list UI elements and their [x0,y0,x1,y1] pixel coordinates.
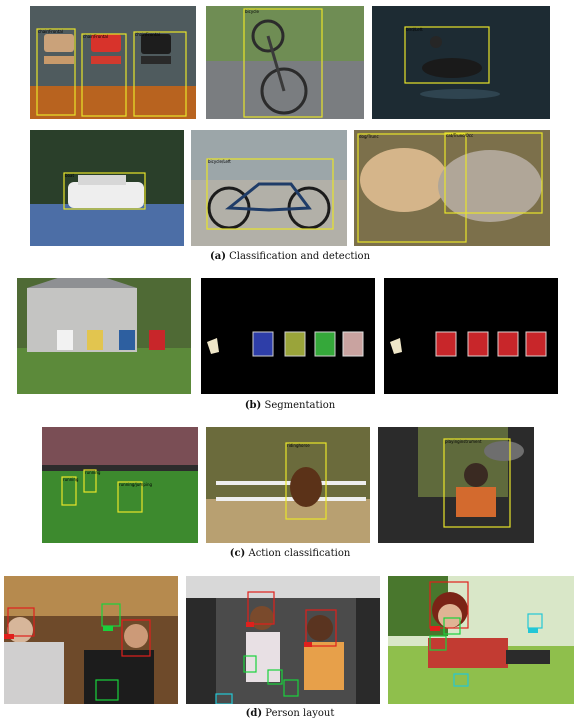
photo-soccer: running running running/jumping [42,427,198,543]
caption-c: (c) Action classification [0,548,580,559]
segmentation-class-mask [201,278,375,394]
caption-b: (b) Segmentation [0,400,580,411]
label-chair-3: chair/Frontal [135,32,160,37]
photo-segmentation-source [17,278,191,394]
caption-d: (d) Person layout [0,708,580,719]
caption-a-text: Classification and detection [229,251,371,262]
caption-a: (a) Classification and detection [0,251,580,262]
photo-girls-car [186,576,380,704]
photo-girl-grass [388,576,574,704]
label-running-jumping: running/jumping [119,482,153,487]
photo-bird-water: bird/Left [372,6,550,119]
label-running-1: running [63,477,79,482]
label-cat: cat/Trunc/Occ [446,133,473,138]
label-playinginstrument: playinginstrument [445,439,482,444]
segmentation-object-mask [384,278,558,394]
photo-bicycle-driveway: bicycle/Left [191,130,347,246]
caption-a-letter: (a) [209,251,226,262]
label-ridinghorse: ridinghorse [287,443,310,448]
photo-bicycle-park: bicycle [206,6,364,119]
photo-boat: boat [30,130,184,246]
photo-group-men [4,576,178,704]
caption-b-text: Segmentation [264,400,336,411]
label-bicycle-2: bicycle/Left [208,159,231,164]
label-running-2: running [85,470,101,475]
caption-d-letter: (d) [245,708,263,719]
label-chair-1: chair/Frontal [38,29,63,34]
caption-c-text: Action classification [248,548,351,559]
label-chair-2: chair/Frontal [83,34,108,39]
label-boat: boat [65,173,74,178]
caption-c-letter: (c) [229,548,246,559]
label-dog: dog/Trunc [359,134,379,139]
label-bird: bird/Left [406,27,423,32]
photo-dog-cat: dog/Trunc cat/Trunc/Occ [354,130,550,246]
photo-drummer: playinginstrument [378,427,534,543]
caption-d-text: Person layout [265,708,335,719]
photo-horse-jump: ridinghorse [206,427,370,543]
label-bicycle-1: bicycle [245,9,260,14]
caption-b-letter: (b) [244,400,262,411]
photo-chairs: chair/Frontal chair/Frontal chair/Fronta… [30,6,196,119]
